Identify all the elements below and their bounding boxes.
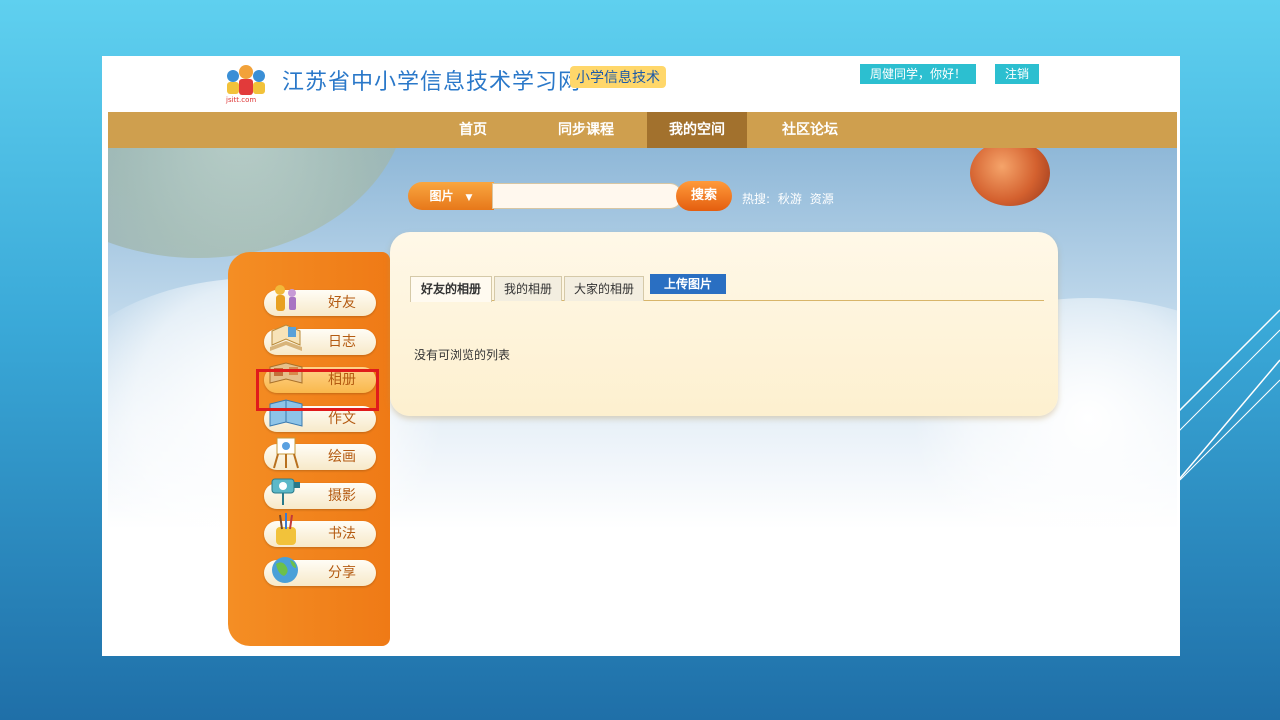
share-globe-icon [272, 557, 298, 583]
friends-icon [275, 285, 296, 311]
planet-left-icon [108, 148, 408, 258]
sidebar-item-photography[interactable]: 摄影 [264, 478, 376, 509]
search-category-label: 图片 [429, 189, 454, 203]
search-input[interactable] [492, 183, 682, 209]
calligraphy-icon [276, 513, 296, 545]
planet-right-icon [970, 148, 1050, 206]
sidebar-item-diary[interactable]: 日志 [264, 324, 376, 355]
hot-term[interactable]: 秋游 [778, 192, 802, 206]
tab-my-albums[interactable]: 我的相册 [494, 276, 562, 301]
sidebar-item-label: 书法 [328, 526, 356, 542]
logout-button[interactable]: 注销 [995, 64, 1040, 84]
painting-icon [273, 437, 299, 469]
sidebar-item-label: 好友 [328, 295, 356, 311]
nav-sync-courses[interactable]: 同步课程 [544, 112, 628, 148]
site-badge: 小学信息技术 [570, 66, 666, 88]
hot-search-label: 热搜: [742, 192, 771, 206]
sidebar-item-friends[interactable]: 好友 [264, 285, 376, 316]
search-category-select[interactable]: 图片 ▼ [408, 182, 494, 210]
decorative-lines [1170, 309, 1280, 491]
sidebar-item-label: 摄影 [328, 488, 356, 504]
user-greeting[interactable]: 周健同学，你好！ [860, 64, 977, 84]
sidebar-item-label: 分享 [328, 565, 356, 581]
browser-page: jsitt.com 江苏省中小学信息技术学习网 小学信息技术 周健同学，你好！ … [102, 56, 1180, 656]
camera-icon [271, 478, 300, 505]
album-panel: 好友的相册 我的相册 大家的相册 上传图片 没有可浏览的列表 [390, 232, 1058, 416]
sidebar-item-label: 绘画 [328, 449, 356, 465]
space-sidebar: 好友 日志 相册 作文 绘画 摄影 书法 分享 [228, 252, 390, 646]
diary-icon [270, 324, 302, 351]
sidebar-item-share[interactable]: 分享 [264, 557, 376, 586]
tab-everyone-albums[interactable]: 大家的相册 [564, 276, 644, 301]
upload-photo-button[interactable]: 上传图片 [650, 274, 726, 294]
album-tabs: 好友的相册 我的相册 大家的相册 上传图片 [410, 274, 1044, 302]
selection-highlight-box [256, 369, 379, 411]
logo-text: jsitt.com [226, 96, 257, 104]
hot-term[interactable]: 资源 [810, 192, 834, 206]
chevron-down-icon: ▼ [465, 193, 473, 203]
sidebar-item-painting[interactable]: 绘画 [264, 437, 376, 470]
nav-my-space[interactable]: 我的空间 [647, 112, 747, 148]
sidebar-item-calligraphy[interactable]: 书法 [264, 513, 376, 547]
nav-home[interactable]: 首页 [438, 112, 508, 148]
empty-list-message: 没有可浏览的列表 [414, 348, 511, 362]
sidebar-item-label: 日志 [328, 334, 356, 350]
tab-friends-albums[interactable]: 好友的相册 [410, 276, 492, 302]
search-button[interactable]: 搜索 [676, 181, 732, 211]
nav-forum[interactable]: 社区论坛 [768, 112, 852, 148]
hot-search: 热搜: 秋游 资源 [742, 190, 838, 207]
site-title: 江苏省中小学信息技术学习网 [282, 70, 582, 95]
main-nav: 首页 同步课程 我的空间 社区论坛 [108, 112, 1177, 148]
